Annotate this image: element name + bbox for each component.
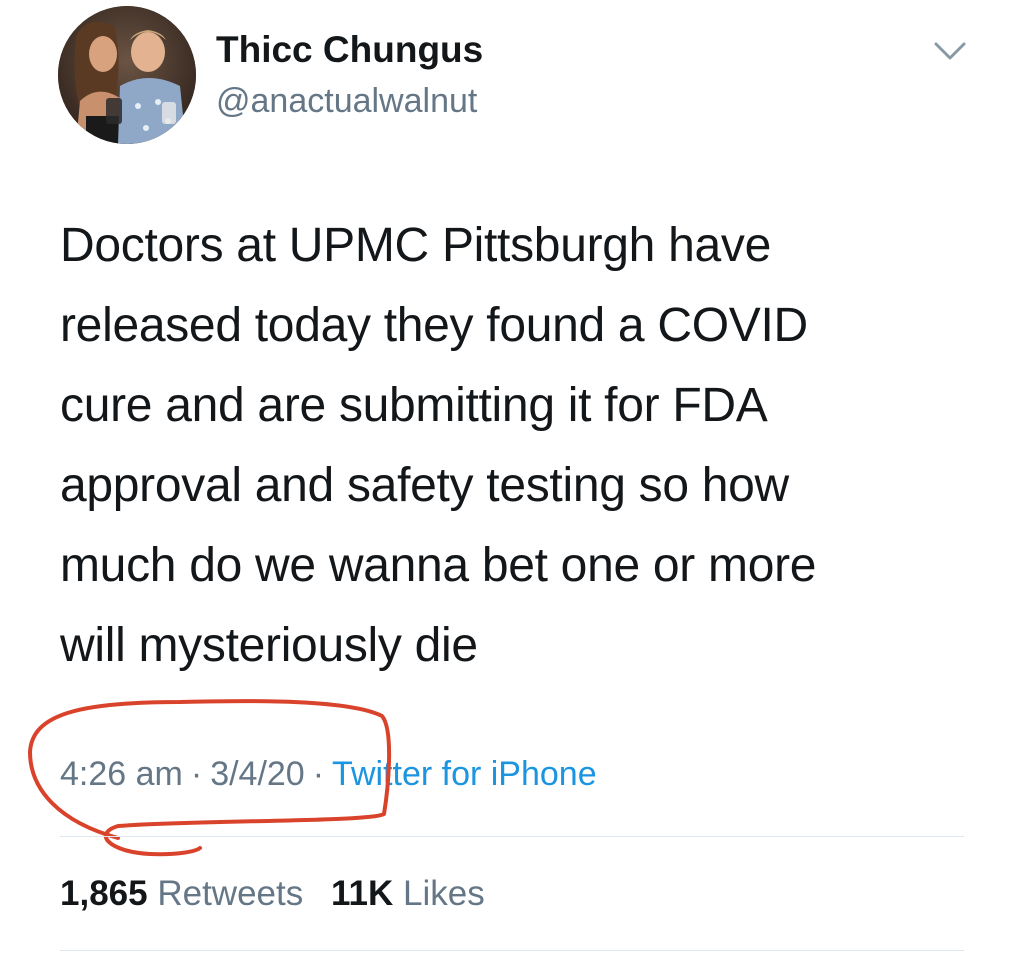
- retweets-label: Retweets: [157, 874, 304, 913]
- meta-separator: ·: [190, 755, 203, 793]
- likes-label: Likes: [402, 874, 485, 913]
- tweet-text-line: approval and safety testing so how: [60, 459, 789, 512]
- user-handle[interactable]: @anactualwalnut: [216, 80, 477, 122]
- tweet-text-line: released today they found a COVID: [60, 299, 808, 352]
- likes-stat[interactable]: 11K Likes: [331, 874, 485, 913]
- tweet-text-line: much do we wanna bet one or more: [60, 539, 817, 592]
- avatar[interactable]: [58, 6, 196, 144]
- tweet-text-line: will mysteriously die: [60, 619, 478, 672]
- retweets-stat[interactable]: 1,865 Retweets: [60, 874, 303, 913]
- display-name[interactable]: Thicc Chungus: [216, 28, 483, 72]
- divider: [60, 836, 964, 837]
- tweet-date[interactable]: 3/4/20: [210, 755, 305, 793]
- tweet-card: Thicc Chungus @anactualwalnut Doctors at…: [0, 0, 1024, 956]
- tweet-time[interactable]: 4:26 am: [60, 755, 183, 793]
- divider: [60, 950, 964, 951]
- chevron-down-icon[interactable]: [930, 36, 970, 64]
- tweet-meta: 4:26 am · 3/4/20 · Twitter for iPhone: [60, 750, 597, 798]
- tweet-text-line: Doctors at UPMC Pittsburgh have: [60, 219, 771, 272]
- tweet-stats: 1,865 Retweets 11K Likes: [60, 870, 503, 918]
- likes-count: 11K: [330, 874, 394, 913]
- tweet-source-link[interactable]: Twitter for iPhone: [332, 755, 597, 793]
- tweet-text: Doctors at UPMC Pittsburgh have released…: [60, 206, 960, 686]
- avatar-photo-icon: [58, 6, 196, 144]
- tweet-text-line: cure and are submitting it for FDA: [60, 379, 768, 432]
- retweets-count: 1,865: [60, 874, 148, 913]
- meta-separator: ·: [312, 755, 325, 793]
